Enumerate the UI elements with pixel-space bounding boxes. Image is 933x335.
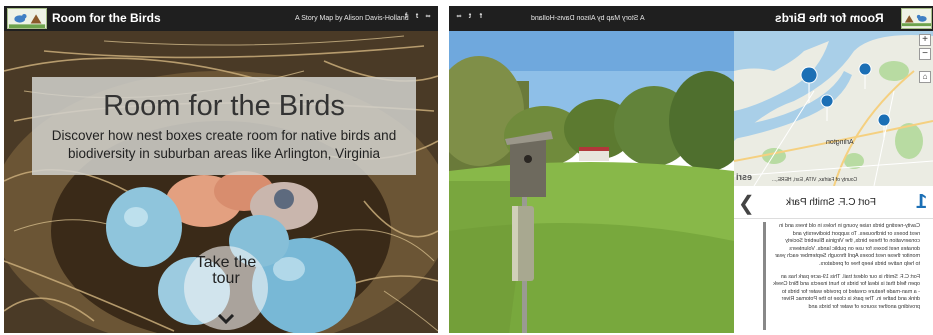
zoom-in-button[interactable]: + (919, 34, 931, 46)
byline: A Story Map by Alison Davis-Holland (531, 15, 645, 22)
scrollbar[interactable] (763, 222, 766, 330)
zoom-out-button[interactable]: − (919, 48, 931, 60)
app-title: Room for the Birds (775, 11, 884, 25)
twitter-icon[interactable]: t (466, 13, 474, 21)
story-map-cover-panel: Room for the Birds A Story Map by Alison… (4, 6, 438, 333)
link-icon[interactable]: ∞ (455, 13, 463, 21)
esri-logo: esri (736, 172, 753, 182)
entry-number: 1 (916, 191, 928, 213)
link-icon[interactable]: ∞ (424, 13, 432, 21)
home-icon[interactable]: ⌂ (919, 71, 931, 83)
story-map-tour-panel: ∞ t f A Story Map by Alison Davis-Hollan… (449, 6, 933, 333)
take-the-tour-label: Take the tour (195, 254, 257, 287)
header-bar: ∞ t f A Story Map by Alison Davis-Hollan… (449, 6, 933, 31)
tour-entry-header: ❮ Fort C.F. Smith Park 1 (734, 186, 933, 219)
facebook-icon[interactable]: f (477, 13, 485, 21)
app-title: Room for the Birds (52, 11, 161, 25)
entry-description: Cavity-nesting birds raise young in hole… (770, 223, 920, 317)
entry-paragraph: Cavity-nesting birds raise young in hole… (774, 223, 920, 267)
society-logo[interactable] (7, 8, 47, 29)
twitter-icon[interactable]: t (413, 13, 421, 21)
chevron-down-icon (217, 314, 235, 324)
facebook-icon[interactable]: f (402, 13, 410, 21)
screenshot-stage: Room for the Birds A Story Map by Alison… (0, 0, 933, 335)
byline: A Story Map by Alison Davis-Holland (295, 15, 409, 22)
map-attribution: County of Fairfax, VITA, Esri, HERE,... (772, 177, 858, 183)
locator-map[interactable]: + − ⌂ Arlington esri County of Fairfax, … (734, 31, 933, 186)
entry-title: Fort C.F. Smith Park (786, 197, 877, 208)
header-bar: Room for the Birds A Story Map by Alison… (4, 6, 438, 31)
chevron-left-icon[interactable]: ❮ (738, 194, 755, 214)
cover-title: Room for the Birds (103, 90, 345, 122)
cover-subtitle: Discover how nest boxes create room for … (51, 128, 397, 161)
cover-title-box: Room for the Birds Discover how nest box… (32, 77, 416, 175)
tour-entry-panel: ❮ Fort C.F. Smith Park 1 Cavity-nesting … (734, 186, 933, 333)
society-logo[interactable] (901, 8, 932, 29)
map-city-label: Arlington (826, 139, 854, 146)
nest-box-field-photo (449, 31, 734, 333)
take-the-tour-button[interactable]: Take the tour (184, 246, 268, 330)
entry-paragraph: Fort C.F. Smith is our oldest trail. Thi… (773, 273, 920, 310)
